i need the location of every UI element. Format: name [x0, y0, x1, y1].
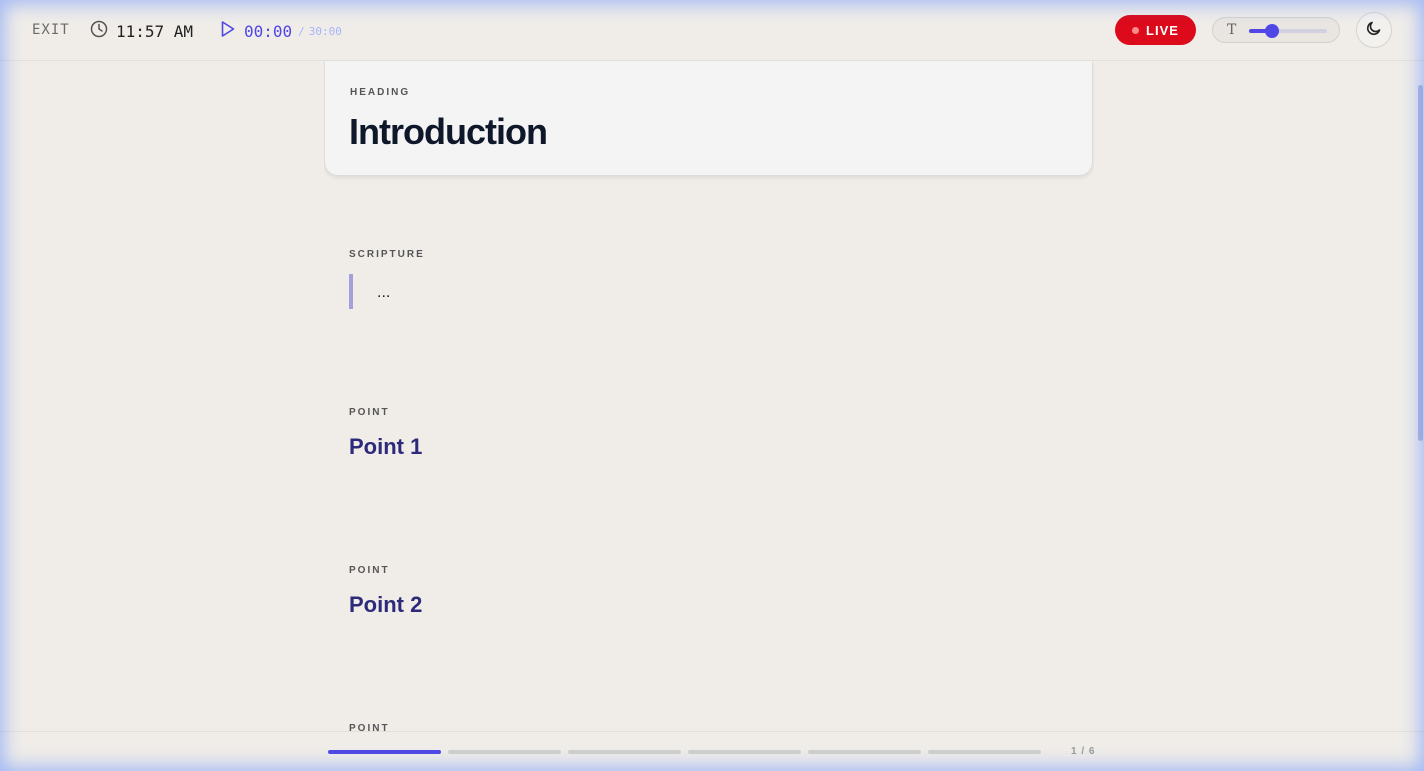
progress-segment[interactable]: [688, 750, 801, 754]
section-label: POINT: [349, 723, 390, 731]
heading-title: Introduction: [349, 111, 548, 152]
bottom-bar: 1 / 6: [0, 731, 1424, 771]
font-size-control: T: [1212, 17, 1340, 43]
slider-handle[interactable]: [1265, 24, 1280, 38]
scrollbar-thumb[interactable]: [1418, 85, 1423, 441]
section-progress: [328, 750, 1041, 754]
theme-toggle-button[interactable]: [1356, 12, 1392, 48]
section-label: POINT: [349, 565, 390, 576]
clock-icon: [90, 20, 108, 43]
moon-icon: [1366, 20, 1382, 41]
live-label: LIVE: [1146, 22, 1179, 38]
section-label: SCRIPTURE: [349, 249, 425, 260]
page-indicator: 1 / 6: [1071, 746, 1096, 757]
exit-button[interactable]: EXIT: [32, 22, 70, 38]
point-block[interactable]: POINT Point 1: [349, 407, 422, 460]
scripture-block[interactable]: SCRIPTURE ...: [349, 249, 425, 309]
font-size-slider[interactable]: [1249, 24, 1327, 38]
progress-segment[interactable]: [568, 750, 681, 754]
outline-content: HEADING Introduction SCRIPTURE ... POINT…: [324, 61, 1094, 731]
progress-segment[interactable]: [928, 750, 1041, 754]
progress-segment[interactable]: [328, 750, 441, 754]
live-badge[interactable]: LIVE: [1115, 15, 1196, 45]
point-block[interactable]: POINT Point 2: [349, 565, 422, 618]
heading-card[interactable]: HEADING Introduction: [324, 61, 1093, 176]
scrollbar[interactable]: [1417, 61, 1424, 731]
play-icon[interactable]: [220, 20, 236, 43]
timer-total: 30:00: [308, 25, 342, 38]
timer-separator: /: [298, 25, 305, 38]
section-label: POINT: [349, 407, 390, 418]
scripture-text: ...: [349, 274, 425, 309]
section-label: HEADING: [350, 87, 411, 98]
point-title: Point 1: [349, 434, 423, 459]
clock-time: 11:57 AM: [116, 22, 194, 41]
timer-elapsed: 00:00: [244, 22, 293, 41]
clock: 11:57 AM: [90, 20, 193, 43]
text-size-icon: T: [1227, 22, 1237, 38]
point-block[interactable]: POINT: [349, 723, 390, 731]
live-dot-icon: [1132, 26, 1140, 34]
top-bar: EXIT 11:57 AM 00:00 / 30:00 LIVE T: [0, 0, 1424, 61]
timer: 00:00 / 30:00: [220, 20, 342, 43]
progress-segment[interactable]: [808, 750, 921, 754]
point-title: Point 2: [349, 592, 423, 617]
progress-segment[interactable]: [448, 750, 561, 754]
